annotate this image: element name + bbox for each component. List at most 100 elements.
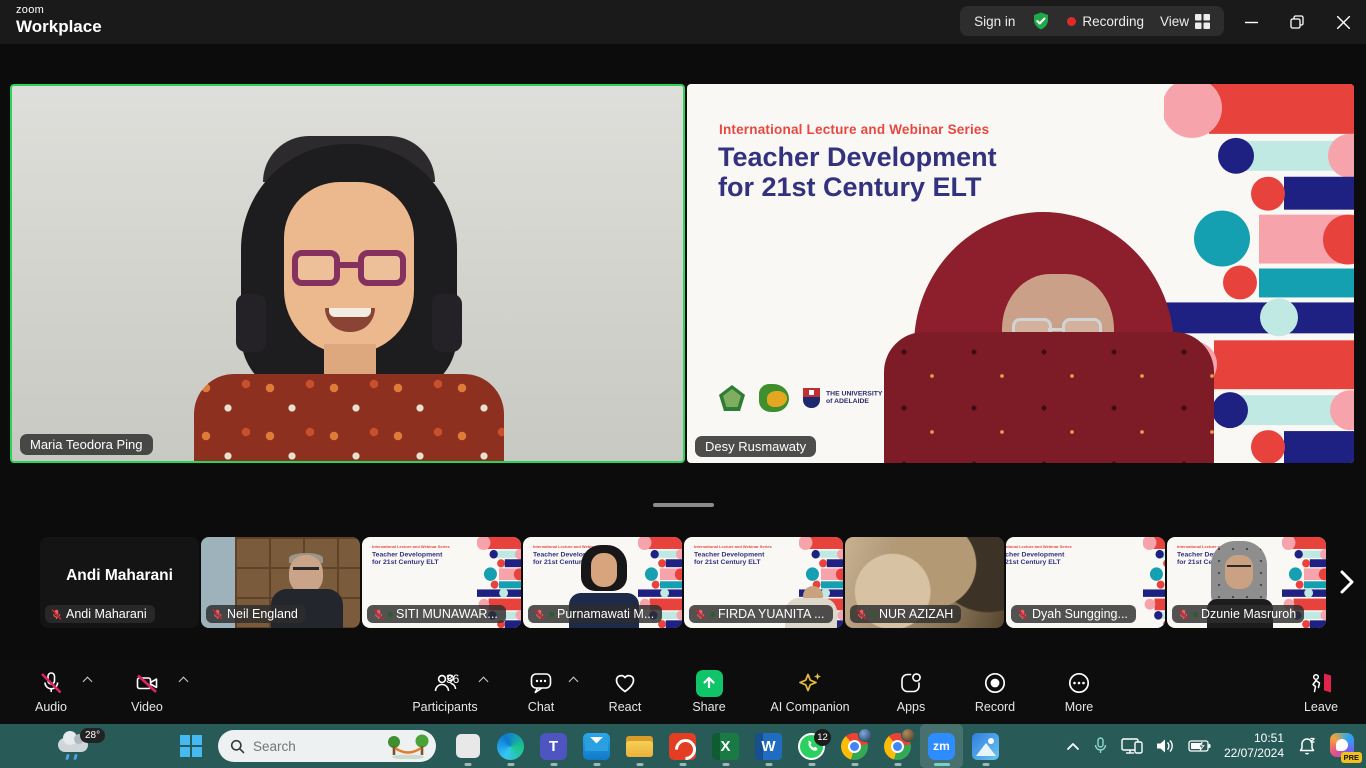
chat-options-chevron[interactable]: [570, 676, 578, 684]
react-label: React: [609, 700, 642, 714]
taskbar-file-explorer[interactable]: [618, 724, 661, 768]
mic-muted-icon: [38, 670, 64, 696]
taskbar-search[interactable]: [218, 730, 436, 762]
participants-count: 36: [446, 672, 459, 686]
filmstrip-tile-purnamawati[interactable]: International Lecture and Webinar Series…: [523, 537, 682, 628]
close-button[interactable]: [1320, 0, 1366, 44]
grid-view-icon: [1195, 14, 1210, 29]
whatsapp-icon: 12: [798, 733, 825, 760]
filmstrip-tile-dyah[interactable]: International Lecture and Webinar Series…: [1006, 537, 1165, 628]
weather-temp: 28°: [80, 728, 105, 743]
apps-button[interactable]: Apps: [884, 670, 938, 714]
chat-label: Chat: [528, 700, 554, 714]
cast-display-icon[interactable]: [1121, 737, 1143, 755]
taskbar-zoom-active[interactable]: zm: [920, 724, 963, 768]
word-icon: W: [755, 733, 782, 760]
more-ellipsis-icon: [1066, 670, 1092, 696]
taskbar-whatsapp[interactable]: 12: [790, 724, 833, 768]
leave-door-icon: [1307, 670, 1335, 696]
chrome-profile-avatar: [901, 728, 915, 742]
audio-options-chevron[interactable]: [84, 676, 92, 684]
notification-bell-sleep-icon[interactable]: [1297, 736, 1317, 756]
battery-charging-icon[interactable]: [1188, 739, 1211, 753]
taskbar-word[interactable]: W: [747, 724, 790, 768]
react-button[interactable]: React: [598, 670, 652, 714]
share-button[interactable]: Share: [682, 670, 736, 714]
participants-label: Participants: [412, 700, 477, 714]
video-tile-maria[interactable]: Maria Teodora Ping: [10, 84, 685, 463]
adelaide-crest-icon: [803, 388, 820, 408]
taskbar-app-icons: T X W 12 zm: [446, 724, 1007, 768]
record-icon: [982, 670, 1008, 696]
taskbar-task-view[interactable]: [446, 724, 489, 768]
recording-indicator[interactable]: Recording: [1067, 14, 1144, 29]
taskbar-pdf[interactable]: [661, 724, 704, 768]
taskbar-excel[interactable]: X: [704, 724, 747, 768]
video-stage: Maria Teodora Ping International Lecture…: [0, 44, 1366, 519]
taskbar-clock[interactable]: 10:51 22/07/2024: [1224, 731, 1284, 761]
minimize-button[interactable]: [1228, 0, 1274, 44]
windows-taskbar: 28° T X W 12: [0, 724, 1366, 768]
participants-options-chevron[interactable]: [480, 676, 488, 684]
participants-button[interactable]: Participants 36: [406, 670, 484, 714]
record-button[interactable]: Record: [968, 670, 1022, 714]
filmstrip-next-button[interactable]: [1332, 560, 1362, 604]
apps-icon: [898, 670, 924, 696]
filmstrip-tile-siti[interactable]: International Lecture and Webinar Series…: [362, 537, 521, 628]
chat-icon: [528, 670, 554, 696]
restore-button[interactable]: [1274, 0, 1320, 44]
apps-label: Apps: [897, 700, 926, 714]
taskbar-mail[interactable]: [575, 724, 618, 768]
taskbar-photos[interactable]: [964, 724, 1007, 768]
tile-name-label: FIRDA YUANITA ...: [718, 607, 825, 621]
filmstrip-tile-neil[interactable]: Neil England: [201, 537, 360, 628]
share-screen-icon: [696, 670, 723, 697]
sign-in-button[interactable]: Sign in: [974, 14, 1015, 29]
video-options-chevron[interactable]: [180, 676, 188, 684]
search-input[interactable]: [253, 739, 363, 754]
edge-icon: [497, 733, 524, 760]
task-view-icon: [456, 734, 480, 758]
tile-name-label: Purnamawati M...: [557, 607, 654, 621]
filmstrip-tile-dzunie[interactable]: International Lecture and Webinar Series…: [1167, 537, 1326, 628]
chevron-right-icon: [1340, 570, 1354, 594]
filmstrip-drag-handle[interactable]: [653, 503, 714, 507]
photos-icon: [972, 733, 999, 760]
recording-label: Recording: [1082, 14, 1144, 29]
system-tray: 10:51 22/07/2024 PRE: [1066, 724, 1356, 768]
filmstrip-tile-firda[interactable]: International Lecture and Webinar Series…: [684, 537, 843, 628]
chat-button[interactable]: Chat: [514, 670, 568, 714]
tray-time: 10:51: [1224, 731, 1284, 746]
leave-button[interactable]: Leave: [1294, 670, 1348, 714]
mic-in-use-icon[interactable]: [1093, 737, 1108, 755]
participant-video: [12, 86, 683, 461]
audio-button[interactable]: Audio: [24, 670, 78, 714]
taskbar-chrome-2[interactable]: [876, 724, 919, 768]
participant-name-label: Maria Teodora Ping: [20, 434, 153, 455]
copilot-button[interactable]: PRE: [1330, 733, 1356, 759]
taskbar-chrome-1[interactable]: [833, 724, 876, 768]
filmstrip-tile-andi[interactable]: Andi Maharani Andi Maharani: [40, 537, 199, 628]
participant-video: [874, 212, 1204, 463]
ai-companion-button[interactable]: AI Companion: [766, 670, 854, 714]
status-dot-icon: [388, 612, 393, 617]
view-button[interactable]: View: [1160, 14, 1210, 29]
file-explorer-icon: [626, 733, 653, 760]
tile-name-label: Andi Maharani: [66, 607, 147, 621]
tile-name-label: Dzunie Masruroh: [1201, 607, 1296, 621]
tray-date: 22/07/2024: [1224, 746, 1284, 761]
tile-name-label: NUR AZIZAH: [879, 607, 953, 621]
start-button[interactable]: [180, 735, 202, 757]
more-label: More: [1065, 700, 1093, 714]
taskbar-weather-widget[interactable]: 28°: [52, 728, 116, 764]
security-shield-icon[interactable]: [1031, 11, 1051, 31]
more-button[interactable]: More: [1052, 670, 1106, 714]
record-label: Record: [975, 700, 1015, 714]
filmstrip-tile-nur[interactable]: NUR AZIZAH: [845, 537, 1004, 628]
video-tile-desy[interactable]: International Lecture and Webinar Series…: [687, 84, 1354, 463]
taskbar-teams[interactable]: T: [532, 724, 575, 768]
volume-icon[interactable]: [1156, 738, 1175, 754]
tray-chevron-up-icon[interactable]: [1066, 741, 1080, 751]
taskbar-edge[interactable]: [489, 724, 532, 768]
video-button[interactable]: Video: [120, 670, 174, 714]
